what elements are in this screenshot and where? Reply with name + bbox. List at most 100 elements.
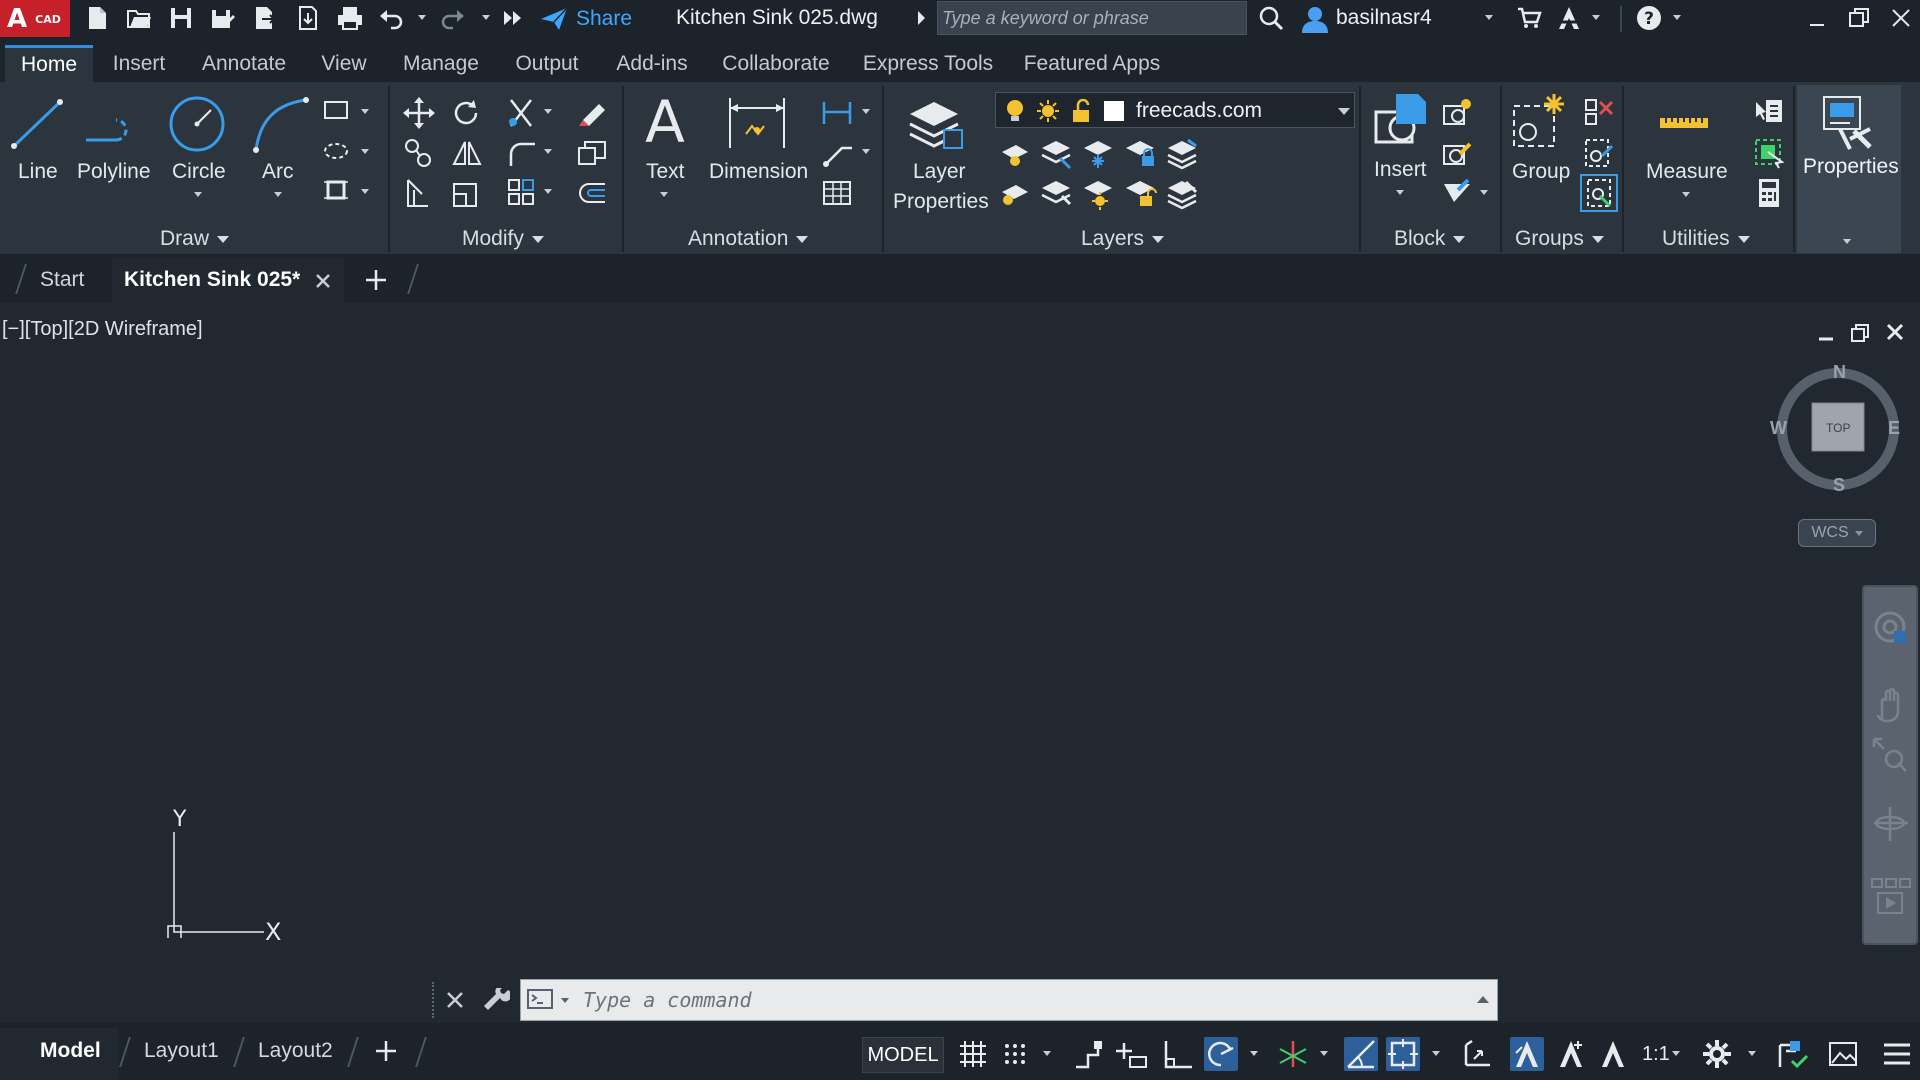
arc-dropdown-icon[interactable] (274, 192, 282, 197)
arc-tool-label[interactable]: Arc (262, 160, 294, 184)
viewcube[interactable]: N S E W TOP (1770, 357, 1910, 507)
insert-block-label[interactable]: Insert (1374, 158, 1427, 182)
publish-icon[interactable] (294, 5, 320, 31)
annotation-scale-value[interactable]: 1:1 (1642, 1043, 1670, 1066)
utilities-panel-title[interactable]: Utilities (1662, 225, 1750, 253)
tab-view[interactable]: View (312, 45, 376, 82)
scale-dropdown-icon[interactable] (1672, 1051, 1680, 1056)
orbit-icon[interactable] (1872, 805, 1910, 843)
dimension-tool-label[interactable]: Dimension (709, 160, 808, 184)
tab-insert[interactable]: Insert (102, 45, 176, 82)
restore-window-icon[interactable] (1846, 5, 1872, 31)
tab-featured-apps[interactable]: Featured Apps (1018, 45, 1166, 82)
polar-tracking-icon[interactable] (1204, 1037, 1238, 1071)
start-tab[interactable]: Start (40, 268, 84, 292)
polyline-tool-label[interactable]: Polyline (77, 160, 151, 184)
quick-select-icon[interactable] (1752, 96, 1786, 130)
scale-tool-icon[interactable] (450, 176, 484, 210)
zoom-extents-icon[interactable] (1872, 737, 1910, 775)
annotation-monitor-icon[interactable] (1460, 1037, 1494, 1071)
group-selection-icon[interactable] (1580, 174, 1618, 212)
insert-block-icon[interactable] (1372, 92, 1430, 152)
layers-panel-title[interactable]: Layers (1081, 225, 1165, 253)
select-all-icon[interactable] (1752, 136, 1786, 170)
viewport-close-icon[interactable] (1886, 323, 1904, 341)
close-command-line-icon[interactable] (445, 990, 465, 1010)
boundary-dropdown-icon[interactable] (361, 189, 369, 194)
close-tab-icon[interactable] (314, 272, 332, 290)
attributes-dropdown-icon[interactable] (1480, 190, 1488, 195)
app-dropdown-icon[interactable] (1592, 15, 1600, 20)
export-icon[interactable] (252, 5, 278, 31)
rotate-tool-icon[interactable] (450, 96, 484, 130)
showmotion-icon[interactable] (1870, 877, 1912, 917)
layer-thaw-all-icon[interactable] (1082, 176, 1116, 210)
mirror-tool-icon[interactable] (450, 136, 484, 170)
tab-express-tools[interactable]: Express Tools (858, 45, 998, 82)
grid-display-icon[interactable] (956, 1037, 990, 1071)
new-file-icon[interactable] (84, 5, 110, 31)
user-dropdown-icon[interactable] (1485, 15, 1493, 20)
recent-commands-dropdown-icon[interactable] (561, 998, 569, 1003)
text-dropdown-icon[interactable] (660, 192, 668, 197)
user-name[interactable]: basilnasr4 (1336, 6, 1432, 30)
more-tools-icon[interactable] (500, 5, 526, 31)
new-tab-icon[interactable] (364, 268, 388, 292)
tab-collaborate[interactable]: Collaborate (714, 45, 838, 82)
annotation-scale-icon[interactable] (1596, 1037, 1630, 1071)
trim-dropdown-icon[interactable] (544, 109, 552, 114)
draw-panel-title[interactable]: Draw (160, 225, 230, 253)
compass-south-label[interactable]: S (1833, 475, 1845, 496)
command-history-expand-icon[interactable] (1477, 996, 1489, 1003)
object-snap-tracking-icon[interactable] (1344, 1037, 1378, 1071)
layer-dropdown[interactable]: freecads.com (995, 92, 1355, 128)
layer-thaw-icon[interactable] (1036, 99, 1060, 123)
make-current-layer-icon[interactable] (1166, 136, 1200, 170)
circle-tool-icon[interactable] (168, 94, 228, 154)
undo-icon[interactable] (378, 5, 404, 31)
keyword-search-box[interactable] (937, 1, 1247, 35)
search-icon[interactable] (1258, 5, 1284, 31)
minimize-window-icon[interactable] (1804, 5, 1830, 31)
text-tool-icon[interactable]: A (640, 92, 690, 152)
stretch-tool-icon[interactable] (402, 176, 436, 210)
command-input[interactable] (581, 980, 1421, 1020)
groups-panel-title[interactable]: Groups (1515, 225, 1604, 253)
group-tool-icon[interactable] (1510, 92, 1568, 152)
command-prompt-icon[interactable] (527, 989, 555, 1011)
fillet-tool-icon[interactable] (505, 136, 539, 170)
workspace-dropdown-icon[interactable] (1748, 1051, 1756, 1056)
ungroup-icon[interactable] (1582, 96, 1616, 130)
expand-arrow-icon[interactable] (918, 11, 925, 25)
modify-panel-title[interactable]: Modify (462, 225, 544, 253)
offset-tool-icon[interactable] (575, 176, 609, 210)
compass-west-label[interactable]: W (1770, 418, 1787, 439)
fillet-dropdown-icon[interactable] (544, 149, 552, 154)
array-dropdown-icon[interactable] (544, 189, 552, 194)
hatch-tool-icon[interactable] (322, 136, 352, 166)
isometric-dropdown-icon[interactable] (1320, 1051, 1328, 1056)
layer-unlock-all-icon[interactable] (1124, 176, 1158, 210)
compass-north-label[interactable]: N (1833, 362, 1846, 383)
viewport-restore-icon[interactable] (1850, 323, 1870, 343)
layer-unlock-icon[interactable] (1070, 99, 1092, 123)
command-line-grip[interactable] (432, 982, 434, 1018)
autodesk-app-icon[interactable] (1556, 5, 1582, 31)
viewcube-top-face[interactable]: TOP (1826, 421, 1850, 435)
pan-hand-icon[interactable] (1872, 685, 1910, 723)
dimension-tool-icon[interactable] (726, 94, 788, 154)
table-tool-icon[interactable] (820, 176, 854, 210)
active-document-tab[interactable]: Kitchen Sink 025* (112, 258, 344, 303)
tab-manage[interactable]: Manage (394, 45, 488, 82)
properties-button[interactable]: Properties (1797, 85, 1901, 253)
infer-constraints-icon[interactable] (1072, 1037, 1106, 1071)
text-tool-label[interactable]: Text (646, 160, 685, 184)
tab-annotate[interactable]: Annotate (194, 45, 294, 82)
layer-off-icon[interactable] (998, 136, 1032, 170)
isometric-drafting-icon[interactable] (1276, 1037, 1310, 1071)
move-tool-icon[interactable] (402, 96, 436, 130)
ortho-mode-icon[interactable] (1160, 1037, 1194, 1071)
print-icon[interactable] (336, 5, 362, 31)
circle-dropdown-icon[interactable] (194, 192, 202, 197)
explode-tool-icon[interactable] (575, 136, 609, 170)
